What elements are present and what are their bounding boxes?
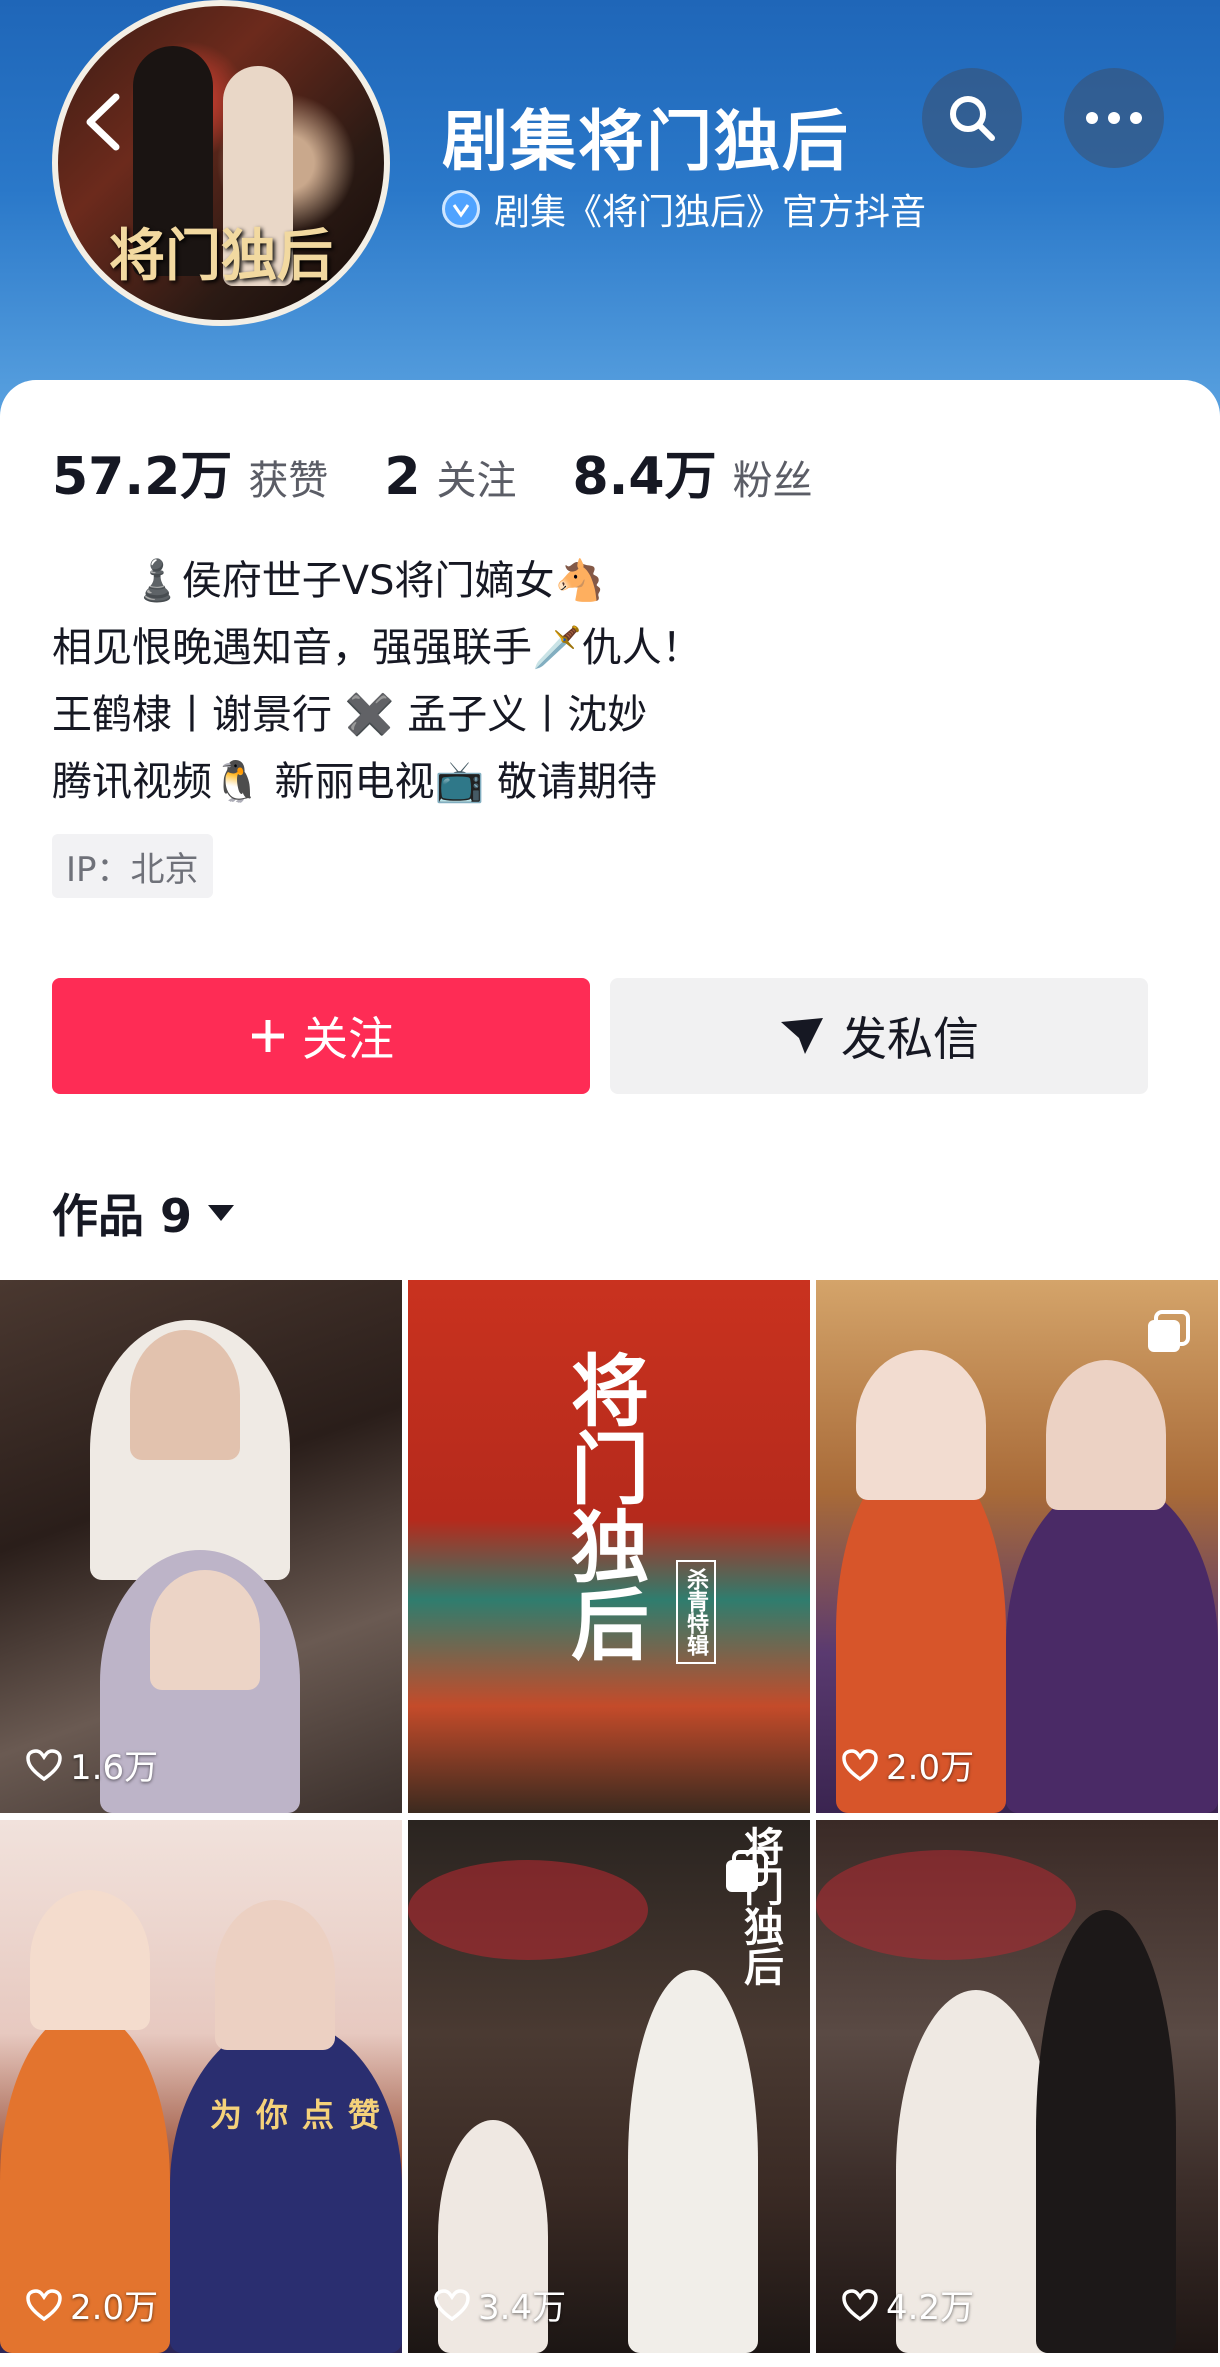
ip-location-badge: IP：北京: [52, 834, 213, 898]
likes-count: 2.0万: [70, 2288, 159, 2328]
thumbnail-title: 将门独后: [558, 1350, 649, 1662]
plus-icon: [252, 1020, 284, 1052]
message-label: 发私信: [841, 1012, 979, 1066]
thumbnail-subtitle: 杀青特辑: [676, 1560, 716, 1664]
bio-line: 王鹤棣丨谢景行 ✖️ 孟子义丨沈妙: [52, 692, 648, 738]
followers-label[interactable]: 粉丝: [733, 448, 813, 506]
heart-icon: [26, 1748, 62, 1781]
likes-count: 57.2万: [52, 447, 233, 507]
thumbnail-figure: [215, 1900, 335, 2050]
likes-count: 2.0万: [886, 1748, 975, 1788]
thumbnail-figure: [30, 1890, 150, 2030]
likes-label: 获赞: [248, 458, 329, 504]
more-icon: [1086, 112, 1142, 124]
video-tile[interactable]: 为你点赞 2.0万: [0, 1820, 402, 2353]
video-tile[interactable]: 2.0万: [816, 1280, 1218, 1813]
verified-icon: [442, 190, 480, 228]
thumbnail-figure: [816, 1850, 1076, 1960]
follow-button[interactable]: 关注: [52, 978, 590, 1094]
more-button[interactable]: [1064, 68, 1164, 168]
likes-badge: 2.0万: [842, 1740, 974, 1789]
thumbnail-figure: [150, 1570, 260, 1690]
video-tile[interactable]: 将门独后 3.4万: [408, 1820, 810, 2353]
likes-badge: 1.6万: [26, 1740, 158, 1789]
likes-count: 1.6万: [70, 1748, 159, 1788]
works-tab-label: 作品 9: [52, 1189, 193, 1243]
stats-row: 57.2万 获赞 2 关注 8.4万 粉丝: [52, 434, 869, 509]
following-count[interactable]: 2: [384, 447, 420, 507]
thumbnail-overlay-text: 为你点赞: [210, 2096, 395, 2134]
likes-badge: 3.4万: [434, 2280, 566, 2329]
heart-icon: [842, 2288, 878, 2321]
likes-count: 3.4万: [478, 2288, 567, 2328]
heart-icon: [26, 2288, 62, 2321]
multi-image-icon: [1148, 1310, 1190, 1352]
follow-label: 关注: [302, 1012, 394, 1066]
thumbnail-figure: [408, 1860, 648, 1960]
multi-image-icon: [726, 1850, 768, 1892]
following-label[interactable]: 关注: [437, 448, 517, 506]
thumbnail-figure: [1036, 1910, 1176, 2353]
verified-line: 剧集《将门独后》官方抖音: [442, 183, 926, 235]
heart-icon: [434, 2288, 470, 2321]
thumbnail-figure: [170, 2020, 402, 2353]
likes-badge: 4.2万: [842, 2280, 974, 2329]
back-icon: [86, 93, 120, 151]
avatar-title-text: 将门独后: [109, 223, 333, 289]
back-button[interactable]: [62, 72, 142, 172]
send-icon: [781, 1018, 823, 1054]
video-tile[interactable]: 1.6万: [0, 1280, 402, 1813]
bio-line: 腾讯视频🐧 新丽电视📺 敬请期待: [52, 759, 658, 805]
message-button[interactable]: 发私信: [610, 978, 1148, 1094]
thumbnail-figure: [628, 1970, 758, 2353]
profile-name: 剧集将门独后: [442, 103, 850, 180]
followers-count[interactable]: 8.4万: [573, 434, 717, 509]
search-icon: [950, 96, 995, 141]
search-button[interactable]: [922, 68, 1022, 168]
profile-card: [0, 380, 1220, 1280]
video-tile[interactable]: 将门独后 杀青特辑: [408, 1280, 810, 1813]
video-tile[interactable]: 4.2万: [816, 1820, 1218, 2353]
verified-text: 剧集《将门独后》官方抖音: [494, 192, 927, 233]
thumbnail-figure: [856, 1350, 986, 1500]
thumbnail-figure: [1006, 1480, 1218, 1813]
chevron-down-icon: [208, 1205, 235, 1221]
bio: ♟️侯府世子VS将门嫡女🐴 相见恨晚遇知音，强强联手🗡️仇人！ 王鹤棣丨谢景行 …: [52, 548, 702, 816]
bio-line: ♟️侯府世子VS将门嫡女🐴: [132, 558, 605, 604]
tab-works[interactable]: 作品 9: [52, 1180, 236, 1246]
thumbnail-figure: [1046, 1360, 1166, 1510]
heart-icon: [842, 1748, 878, 1781]
likes-badge: 2.0万: [26, 2280, 158, 2329]
bio-line: 相见恨晚遇知音，强强联手🗡️仇人！: [52, 625, 702, 671]
likes-count: 4.2万: [886, 2288, 975, 2328]
thumbnail-figure: [130, 1330, 240, 1460]
